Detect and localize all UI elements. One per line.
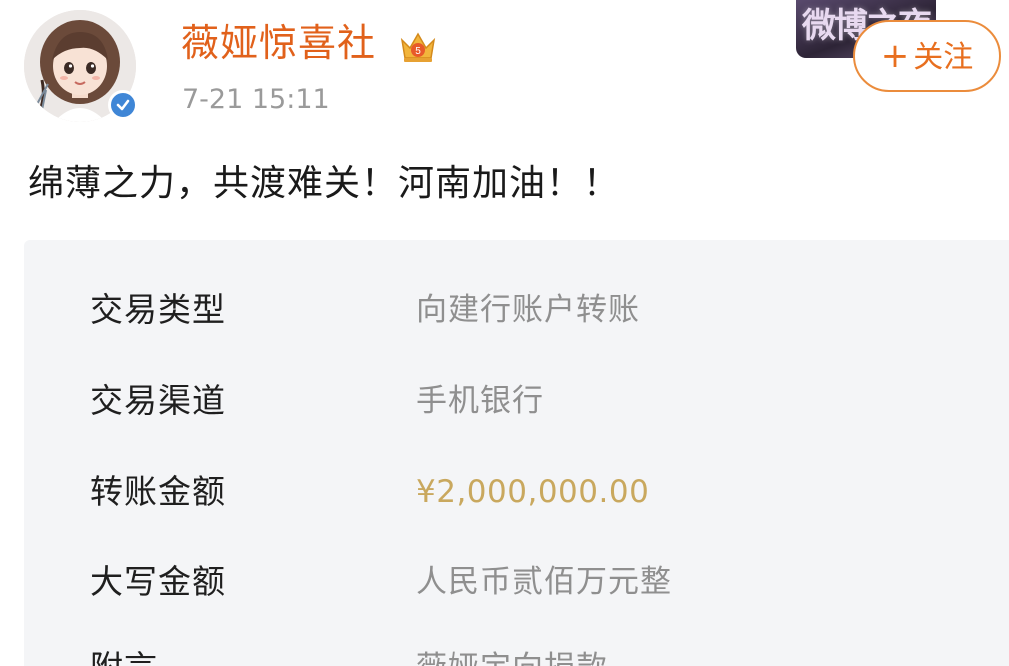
transfer-receipt-card: 交易类型 向建行账户转账 交易渠道 手机银行 转账金额 ¥2,000,000.0… (24, 240, 1009, 666)
username[interactable]: 薇娅惊喜社 (181, 20, 376, 66)
receipt-row-note: 附言 薇娅定向捐款 (24, 638, 1009, 666)
receipt-label: 转账金额 (90, 472, 226, 511)
verified-icon (108, 90, 138, 120)
weibo-post-screenshot: 薇娅惊喜社 5 7-21 15:11 微博之夜 + 关注 绵薄之力，共渡难关！河南… (0, 0, 1009, 666)
receipt-value: 薇娅定向捐款 (416, 638, 608, 666)
vip-crown-icon[interactable]: 5 (398, 28, 438, 64)
receipt-row-channel: 交易渠道 手机银行 (24, 371, 1009, 431)
post-timestamp: 7-21 15:11 (182, 84, 330, 115)
receipt-label: 大写金额 (90, 562, 226, 601)
receipt-row-type: 交易类型 向建行账户转账 (24, 280, 1009, 340)
receipt-value: 人民币贰佰万元整 (416, 564, 672, 600)
follow-button[interactable]: + 关注 (853, 20, 1001, 92)
receipt-row-amount: 转账金额 ¥2,000,000.00 (24, 462, 1009, 522)
post-text: 绵薄之力，共渡难关！河南加油！！ (28, 163, 621, 204)
receipt-row-amount-words: 大写金额 人民币贰佰万元整 (24, 552, 1009, 612)
plus-icon: + (880, 36, 910, 76)
receipt-value: 向建行账户转账 (416, 292, 640, 328)
follow-label: 关注 (913, 40, 974, 75)
receipt-value: 手机银行 (416, 383, 544, 419)
receipt-label: 附言 (90, 638, 158, 666)
receipt-label: 交易类型 (90, 290, 226, 329)
transfer-amount: ¥2,000,000.00 (416, 474, 650, 510)
svg-text:5: 5 (415, 46, 421, 57)
receipt-label: 交易渠道 (90, 381, 226, 420)
